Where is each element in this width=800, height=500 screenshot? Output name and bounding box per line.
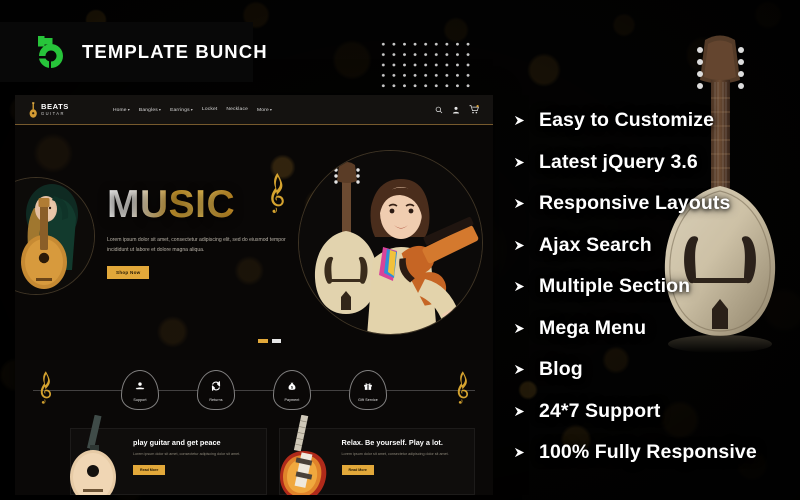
feature-item: Responsive Layouts [513,183,800,225]
money-bag-icon: $ [287,378,297,396]
arrow-right-triangle-icon [513,363,539,376]
acoustic-guitar-image [70,415,131,495]
arrow-right-triangle-icon [513,322,539,335]
shopping-cart-icon[interactable] [469,101,479,119]
chevron-down-icon: ▾ [158,106,162,112]
nav-label: Locket [201,107,218,112]
feature-label: Multiple Section [539,275,691,298]
site-logo[interactable]: BEATS GUITAR [29,101,69,118]
services-strip: Support Returns $ Payment Gift Service [15,360,493,420]
promo-card-button[interactable]: Read More [133,464,166,475]
site-header-icons [435,101,479,119]
service-item-support[interactable]: Support [121,370,159,410]
treble-clef-icon [269,171,285,220]
hero-paragraph: Lorem ipsum dolor sit amet, consectetur … [107,237,286,253]
service-label: Returns [209,398,223,402]
promo-card-body: play guitar and get peace Lorem ipsum do… [131,429,266,494]
slider-dots[interactable] [258,339,281,343]
electric-guitar-image [279,415,340,495]
feature-item: 100% Fully Responsive [513,432,800,474]
feature-label: Easy to Customize [539,109,715,132]
promo-card-subtitle: Lorem ipsum dolor sit amet, consectetur … [133,452,241,457]
feature-label: 24*7 Support [539,399,661,422]
nav-item-earrings[interactable]: Earrings▾ [170,107,193,113]
nav-label: Necklace [226,107,248,112]
feature-item: Multiple Section [513,266,800,308]
shop-now-button[interactable]: Shop Now [107,265,150,279]
promo-card-subtitle: Lorem ipsum dolor sit amet, consectetur … [341,452,449,457]
service-items: Support Returns $ Payment Gift Service [121,370,387,410]
nav-item-bangles[interactable]: Bangles▾ [139,107,161,113]
headset-support-icon [135,378,145,396]
service-label: Payment [284,398,300,402]
feature-label: Latest jQuery 3.6 [539,150,698,173]
promo-card-button[interactable]: Read More [341,464,374,475]
promo-card-title: Relax. Be yourself. Play a lot. [341,438,443,447]
promo-cards: play guitar and get peace Lorem ipsum do… [15,415,493,495]
feature-label: Mega Menu [539,316,647,339]
slider-dot-1[interactable] [258,339,268,343]
nav-label: Earrings [170,107,190,113]
promo-card-body: Relax. Be yourself. Play a lot. Lorem ip… [340,429,475,494]
arrow-right-triangle-icon [513,114,539,127]
nav-item-locket[interactable]: Locket [202,107,218,112]
guitar-icon [29,101,38,118]
chevron-down-icon: ▾ [127,106,130,112]
nav-label: Bangles [138,107,158,113]
nav-item-home[interactable]: Home▾ [113,107,130,113]
promo-card-title: play guitar and get peace [133,438,221,447]
feature-item: Ajax Search [513,225,800,267]
service-label: Support [133,398,147,402]
website-preview: BEATS GUITAR Home▾ Bangles▾ Earrings▾ Lo… [15,95,493,495]
user-account-icon[interactable] [452,101,460,119]
arrow-right-triangle-icon [513,446,539,459]
feature-label: Ajax Search [539,233,652,256]
feature-label: Blog [539,358,583,381]
treble-clef-icon [456,369,469,412]
site-brand-secondary: GUITAR [41,110,65,116]
service-item-returns[interactable]: Returns [197,370,235,410]
service-label: Gift Service [358,398,378,402]
gift-box-icon [363,378,373,396]
promo-card[interactable]: Relax. Be yourself. Play a lot. Lorem ip… [278,415,475,495]
arrow-right-triangle-icon [513,239,539,252]
nav-item-necklace[interactable]: Necklace [226,107,248,112]
feature-label: Responsive Layouts [539,192,731,215]
templatebunch-b-logo-icon [31,32,71,72]
promo-card[interactable]: play guitar and get peace Lorem ipsum do… [70,415,267,495]
feature-item: 24*7 Support [513,391,800,433]
feature-item: Mega Menu [513,308,800,350]
arrow-right-triangle-icon [513,280,539,293]
search-icon[interactable] [435,101,443,119]
decorative-dot-grid [377,38,473,90]
return-exchange-icon [211,378,221,396]
service-item-gift-service[interactable]: Gift Service [349,370,387,410]
brand-bar: TEMPLATE BUNCH [0,22,267,82]
chevron-down-icon: ▾ [269,106,273,112]
hero-slider: MUSIC Lorem ipsum dolor sit amet, consec… [15,125,493,360]
hero-right-image [298,150,483,335]
site-header: BEATS GUITAR Home▾ Bangles▾ Earrings▾ Lo… [15,95,493,125]
feature-item: Latest jQuery 3.6 [513,142,800,184]
service-item-payment[interactable]: $ Payment [273,370,311,410]
chevron-down-icon: ▾ [190,106,193,112]
feature-list: Easy to Customize Latest jQuery 3.6 Resp… [513,100,800,474]
site-nav: Home▾ Bangles▾ Earrings▾ Locket Necklace… [113,107,272,113]
arrow-right-triangle-icon [513,405,539,418]
arrow-right-triangle-icon [513,197,539,210]
arrow-right-triangle-icon [513,156,539,169]
nav-label: More [256,107,269,113]
nav-label: Home [112,107,127,113]
feature-label: 100% Fully Responsive [539,441,757,464]
nav-item-more[interactable]: More▾ [257,107,272,113]
feature-item: Easy to Customize [513,100,800,142]
feature-item: Blog [513,349,800,391]
svg-text:$: $ [291,385,293,389]
treble-clef-icon [39,369,52,412]
site-brand-primary: BEATS [41,102,69,112]
brand-name: TEMPLATE BUNCH [82,41,268,62]
slider-dot-2[interactable] [272,339,281,343]
